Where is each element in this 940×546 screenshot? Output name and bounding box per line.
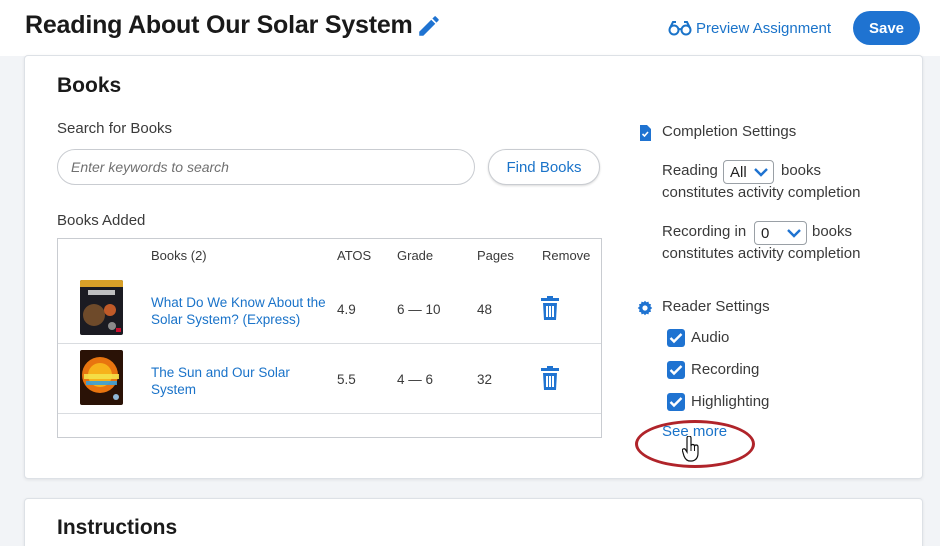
trash-icon[interactable] bbox=[540, 296, 560, 320]
instructions-card: Instructions bbox=[24, 498, 923, 546]
checkmark-icon bbox=[669, 397, 683, 408]
column-header-atos: ATOS bbox=[337, 248, 372, 263]
column-header-pages: Pages bbox=[477, 248, 514, 263]
table-row: The Sun and Our Solar System 5.5 4 — 6 3… bbox=[58, 344, 601, 414]
book-pages: 32 bbox=[477, 372, 493, 387]
book-atos: 4.9 bbox=[337, 302, 356, 317]
recording-suffix: books bbox=[812, 223, 853, 240]
chevron-down-icon bbox=[754, 168, 768, 177]
reader-settings-title: Reader Settings bbox=[662, 298, 770, 315]
recording-completion-text: constitutes activity completion bbox=[662, 245, 861, 262]
highlighting-checkbox[interactable] bbox=[667, 393, 685, 411]
trash-icon[interactable] bbox=[540, 366, 560, 390]
search-input[interactable] bbox=[57, 149, 475, 185]
find-books-button[interactable]: Find Books bbox=[488, 149, 600, 185]
book-pages: 48 bbox=[477, 302, 493, 317]
recording-prefix: Recording in bbox=[662, 223, 747, 240]
audio-label: Audio bbox=[691, 329, 730, 346]
gear-icon bbox=[637, 300, 653, 316]
column-header-remove: Remove bbox=[542, 248, 591, 263]
books-added-label: Books Added bbox=[57, 212, 146, 229]
reading-suffix: books bbox=[781, 162, 822, 179]
table-row: What Do We Know About the Solar System? … bbox=[58, 274, 601, 344]
preview-assignment-label: Preview Assignment bbox=[696, 19, 832, 37]
recording-checkbox[interactable] bbox=[667, 361, 685, 379]
preview-assignment-link[interactable]: Preview Assignment bbox=[668, 16, 831, 40]
books-card: Books Search for Books Find Books Books … bbox=[24, 55, 923, 479]
see-more-link[interactable]: See more bbox=[662, 423, 727, 440]
book-title-link[interactable]: What Do We Know About the Solar System? … bbox=[151, 294, 331, 328]
pencil-edit-icon[interactable] bbox=[416, 13, 442, 39]
checkmark-icon bbox=[669, 333, 683, 344]
book-grade: 6 — 10 bbox=[397, 302, 441, 317]
chevron-down-icon bbox=[787, 229, 801, 238]
checkmark-icon bbox=[669, 365, 683, 376]
book-cover-image bbox=[80, 280, 123, 335]
recording-label: Recording bbox=[691, 361, 760, 378]
column-header-grade: Grade bbox=[397, 248, 434, 263]
recording-books-value: 0 bbox=[761, 224, 770, 242]
reading-prefix: Reading bbox=[662, 162, 718, 179]
search-books-label: Search for Books bbox=[57, 120, 173, 137]
document-check-icon bbox=[640, 125, 651, 141]
books-section-title: Books bbox=[57, 74, 122, 97]
reading-completion-text: constitutes activity completion bbox=[662, 184, 861, 201]
book-atos: 5.5 bbox=[337, 372, 356, 387]
completion-settings-title: Completion Settings bbox=[662, 123, 797, 140]
reading-books-value: All bbox=[730, 163, 747, 181]
audio-checkbox[interactable] bbox=[667, 329, 685, 347]
book-cover-image bbox=[80, 350, 123, 405]
book-grade: 4 — 6 bbox=[397, 372, 434, 387]
page-title: Reading About Our Solar System bbox=[25, 11, 413, 39]
instructions-section-title: Instructions bbox=[57, 516, 178, 539]
books-table: Books (2) ATOS Grade Pages Remove What D… bbox=[57, 238, 602, 438]
page-header: Reading About Our Solar System Preview A… bbox=[0, 0, 940, 56]
recording-books-select[interactable]: 0 bbox=[754, 221, 807, 245]
glasses-icon bbox=[668, 21, 692, 36]
reading-books-select[interactable]: All bbox=[723, 160, 774, 184]
book-title-link[interactable]: The Sun and Our Solar System bbox=[151, 364, 331, 398]
column-header-books: Books (2) bbox=[151, 248, 207, 263]
save-button[interactable]: Save bbox=[853, 11, 920, 45]
highlighting-label: Highlighting bbox=[691, 393, 770, 410]
